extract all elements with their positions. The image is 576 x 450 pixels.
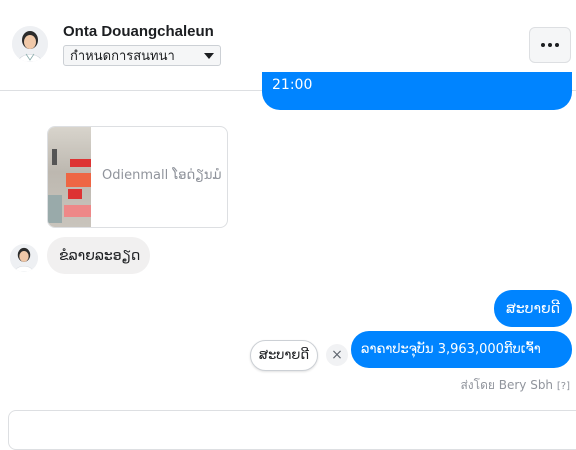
sent-by-text: ส่งโดย Bery Sbh (460, 378, 554, 392)
outgoing-message-partial: 21:00 (262, 72, 572, 110)
thumb-detail (66, 173, 91, 187)
quick-reply-button[interactable]: ສະບາຍດີ (250, 340, 318, 371)
person-photo-icon (12, 26, 48, 62)
incoming-message-text: ຂໍລາຍລະອຽດ (59, 247, 141, 264)
thumb-detail (64, 205, 91, 217)
thumb-detail (52, 149, 57, 165)
more-dots-icon-dot (548, 43, 552, 47)
sent-by-label: ส่งโดย Bery Sbh [?] (460, 376, 570, 395)
thumb-detail (68, 189, 82, 199)
incoming-message: ຂໍລາຍລະອຽດ (47, 237, 150, 274)
message-composer[interactable] (8, 410, 576, 450)
dismiss-quick-reply-button[interactable]: × (326, 344, 348, 366)
close-icon: × (331, 347, 343, 363)
quick-reply-label: ສະບາຍດີ (258, 348, 310, 363)
conversation-status-dropdown[interactable]: กำหนดการสนทนา (63, 45, 221, 66)
outgoing-message-text: ສະບາຍດີ (506, 300, 560, 317)
more-dots-icon (541, 43, 545, 47)
person-photo-icon (10, 244, 38, 272)
link-card-title: Odienmall ໂອດ່ຽນມໍ (102, 168, 222, 183)
incoming-sender-avatar[interactable] (10, 244, 38, 272)
product-thumbnail (48, 127, 91, 227)
outgoing-message-text: ລາຄາປະຈຸບັນ 3,963,000ກີບເຈົ້າ (361, 342, 541, 357)
link-preview-card[interactable]: Odienmall ໂອດ່ຽນມໍ (47, 126, 228, 228)
outgoing-message: ລາຄາປະຈຸບັນ 3,963,000ກີບເຈົ້າ (351, 331, 572, 368)
contact-name: Onta Douangchaleun (63, 23, 214, 40)
more-options-button[interactable] (529, 27, 571, 63)
contact-avatar[interactable] (12, 26, 48, 62)
status-select-label: กำหนดการสนทนา (70, 49, 175, 64)
thumb-detail (48, 195, 62, 223)
partial-message-text: 21:00 (272, 77, 313, 93)
help-link[interactable]: [?] (557, 381, 570, 392)
thumb-detail (70, 159, 91, 167)
more-dots-icon-dot (555, 43, 559, 47)
caret-down-icon (204, 52, 214, 59)
outgoing-message: ສະບາຍດີ (494, 290, 572, 327)
